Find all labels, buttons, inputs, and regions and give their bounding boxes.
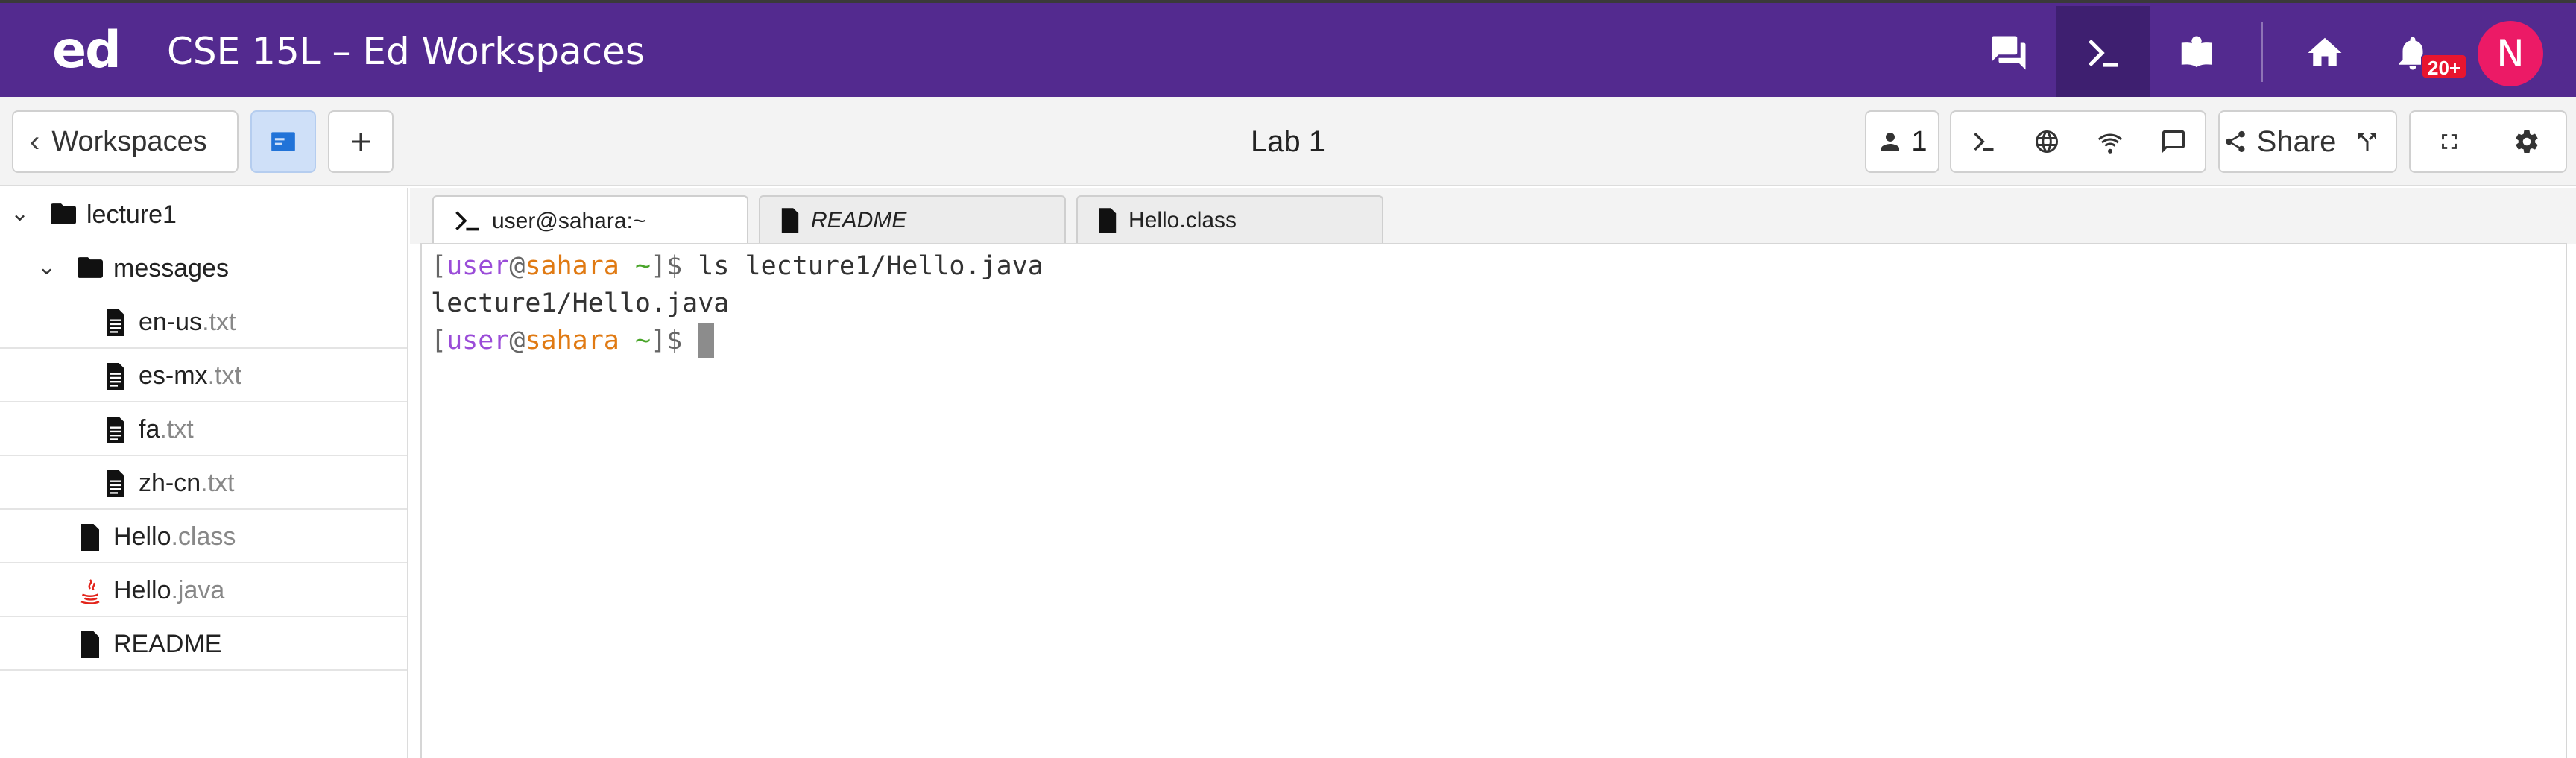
tree-item-es-mx[interactable]: es-mx.txt — [0, 349, 407, 402]
tree-item-label: Hello.java — [113, 576, 225, 604]
text-file-icon — [107, 417, 124, 443]
text-file-icon — [107, 309, 124, 336]
tree-item-readme[interactable]: README — [0, 617, 407, 671]
tree-item-hello-class[interactable]: Hello.class — [0, 510, 407, 563]
tree-item-label: Hello.class — [113, 522, 236, 551]
terminal-icon — [1973, 133, 1993, 151]
file-icon — [1099, 208, 1117, 233]
file-icon — [81, 524, 99, 551]
folder-icon — [78, 257, 103, 278]
tab-label: user@sahara:~ — [492, 209, 646, 233]
home-icon — [2308, 37, 2342, 66]
connection-button-group — [1950, 110, 2206, 173]
share-icon — [2225, 130, 2245, 153]
gear-icon — [2516, 130, 2538, 154]
share-button[interactable]: Share — [2220, 112, 2339, 171]
terminal-line-prompt: [user@sahara ~]$ — [431, 322, 2566, 359]
connection-button[interactable] — [2078, 112, 2141, 171]
tree-item-fa[interactable]: fa.txt — [0, 402, 407, 456]
terminal-output: lecture1/Hello.java — [431, 288, 730, 318]
tree-item-label: lecture1 — [86, 200, 177, 229]
tree-item-hello-java[interactable]: Hello.java — [0, 563, 407, 617]
workspaces-label: Workspaces — [51, 125, 207, 157]
terminal-panel[interactable]: [user@sahara ~]$ ls lecture1/Hello.java … — [420, 243, 2567, 758]
chat-button[interactable] — [2141, 112, 2205, 171]
tree-item-en-us[interactable]: en-us.txt — [0, 295, 407, 349]
share-label: Share — [2256, 124, 2337, 158]
tree-item-label: es-mx.txt — [139, 361, 242, 390]
editor-tabs: user@sahara:~ README Hello.class — [410, 188, 2576, 246]
globe-icon — [2035, 130, 2058, 153]
workspaces-button[interactable]: ‹ Workspaces — [12, 110, 239, 173]
users-button[interactable]: 1 — [1865, 110, 1939, 173]
notifications-button[interactable] — [2372, 6, 2454, 100]
tab-terminal[interactable]: user@sahara:~ — [432, 195, 748, 246]
tree-item-messages[interactable]: ⌄ messages — [0, 241, 407, 295]
notification-badge: 20+ — [2421, 54, 2468, 79]
user-icon — [1881, 133, 1900, 151]
discussion-button[interactable] — [1962, 6, 2056, 100]
tab-readme[interactable]: README — [759, 195, 1066, 244]
terminal-cursor — [698, 323, 715, 358]
users-count: 1 — [1911, 125, 1928, 157]
top-divider — [2261, 22, 2263, 82]
fullscreen-button[interactable] — [2411, 112, 2488, 171]
chevron-left-icon: ‹ — [30, 124, 40, 158]
terminal-button[interactable] — [1951, 112, 2015, 171]
page-title: Lab 1 — [1250, 125, 1326, 158]
settings-button[interactable] — [2488, 112, 2566, 171]
file-icon — [81, 631, 99, 658]
terminal-line-command: [user@sahara ~]$ ls lecture1/Hello.java — [431, 251, 1044, 281]
ed-logo[interactable]: ed — [52, 22, 121, 79]
tab-hello-class[interactable]: Hello.class — [1076, 195, 1383, 244]
view-button-group — [2409, 110, 2567, 173]
tree-item-lecture1[interactable]: ⌄ lecture1 — [0, 188, 407, 241]
lessons-icon — [2181, 36, 2212, 68]
tab-label: README — [811, 208, 907, 233]
files-toggle-button[interactable] — [250, 110, 316, 173]
tree-item-label: README — [113, 630, 222, 658]
terminal-command: ls lecture1/Hello.java — [698, 251, 1044, 281]
chevron-down-icon[interactable]: ⌄ — [10, 200, 29, 227]
lessons-button[interactable] — [2150, 6, 2244, 100]
plus-icon — [352, 133, 370, 151]
home-button[interactable] — [2278, 6, 2372, 100]
file-tree: ⌄ lecture1 ⌄ messages en-us.txt es-mx.tx… — [0, 188, 408, 758]
tree-item-label: zh-cn.txt — [139, 469, 235, 497]
discussion-icon — [1992, 36, 2026, 70]
folder-icon — [51, 203, 76, 224]
terminal-icon — [455, 211, 479, 231]
fork-button[interactable] — [2339, 112, 2396, 171]
tree-item-label: messages — [113, 254, 229, 282]
top-bar: ed CSE 15L – Ed Workspaces 20+ N — [0, 0, 2576, 100]
tree-item-label: en-us.txt — [139, 308, 236, 336]
avatar[interactable]: N — [2478, 21, 2543, 86]
fullscreen-icon — [2442, 134, 2457, 149]
workspaces-nav-button[interactable] — [2056, 6, 2150, 100]
files-icon — [271, 132, 295, 151]
chat-icon — [2162, 130, 2185, 153]
java-icon — [80, 579, 100, 604]
tab-label: Hello.class — [1128, 208, 1237, 233]
fork-icon — [2358, 133, 2376, 151]
tree-item-label: fa.txt — [139, 415, 194, 443]
network-button[interactable] — [2015, 112, 2078, 171]
share-button-group: Share — [2218, 110, 2397, 173]
workspace-toolbar: ‹ Workspaces Lab 1 1 Share — [0, 97, 2576, 186]
app-title: CSE 15L – Ed Workspaces — [167, 30, 645, 73]
file-icon — [781, 208, 799, 233]
text-file-icon — [107, 470, 124, 497]
wifi-icon — [2097, 133, 2122, 154]
terminal-icon — [2088, 40, 2118, 67]
add-button[interactable] — [328, 110, 394, 173]
text-file-icon — [107, 363, 124, 390]
tree-item-zh-cn[interactable]: zh-cn.txt — [0, 456, 407, 510]
chevron-down-icon[interactable]: ⌄ — [37, 254, 56, 280]
